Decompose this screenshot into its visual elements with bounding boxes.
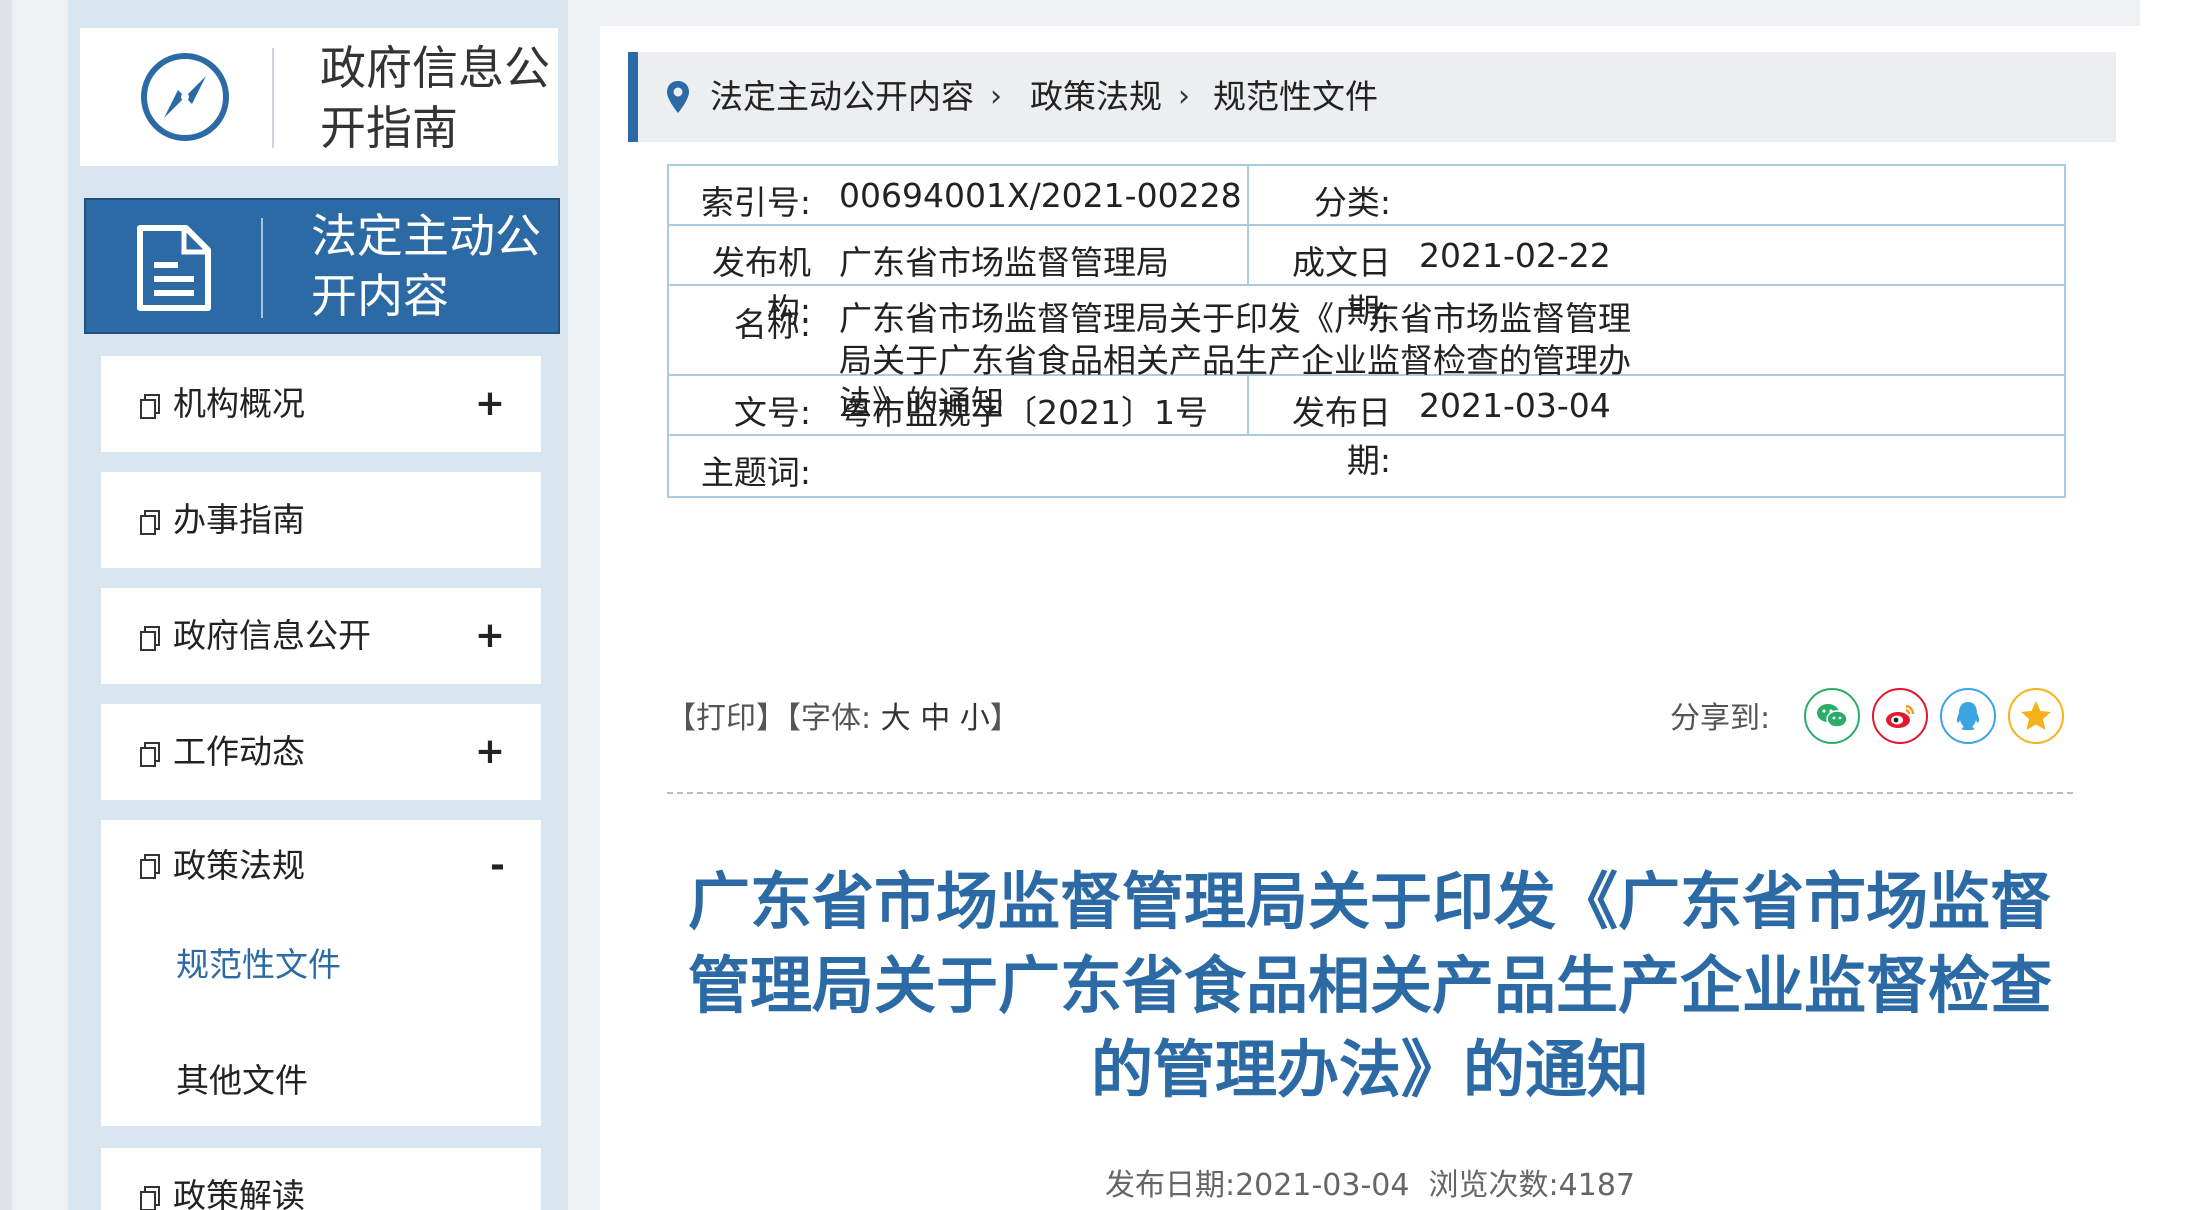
sidebar-item-label: 办事指南 [173, 500, 305, 539]
font-size-prefix: 【字体: [786, 701, 872, 736]
font-small-button[interactable]: 小 [960, 701, 990, 736]
sidebar-item-work-news[interactable]: 工作动态 + [101, 704, 541, 800]
star-icon [2021, 701, 2051, 730]
table-row: 名称: 广东省市场监督管理局关于印发《广东省市场监督管理局关于广东省食品相关产品… [669, 286, 2064, 422]
table-row: 主题词: [669, 436, 2064, 496]
wechat-icon [1817, 704, 1848, 728]
font-size-suffix: 】 [989, 701, 1020, 736]
divider [272, 48, 274, 148]
sidebar-item-policy-interpretation[interactable]: 政策解读 [101, 1148, 541, 1210]
qq-icon [1956, 702, 1980, 730]
disclosure-guide-link[interactable]: 政府信息公开指南 [80, 28, 558, 166]
subject-label: 主题词: [700, 453, 811, 492]
active-section-header[interactable]: 法定主动公开内容 [84, 198, 560, 334]
divider [1247, 166, 1249, 224]
publish-date-label: 发布日期: [1104, 1168, 1236, 1203]
article-title: 广东省市场监督管理局关于印发《广东省市场监督管理局关于广东省食品相关产品生产企业… [687, 865, 2052, 1106]
name-label: 名称: [733, 305, 811, 344]
guide-title: 政府信息公开指南 [320, 41, 550, 155]
copy-icon [140, 626, 160, 651]
share-label: 分享到: [1670, 701, 1771, 736]
collapse-icon[interactable]: - [490, 820, 505, 912]
sidebar: 政府信息公开指南 法定主动公开内容 机构概况 + 办事指南 政府信息公开 + 工… [68, 0, 568, 1210]
print-button[interactable]: 【打印】 [666, 701, 786, 736]
sidebar-item-info-disclosure[interactable]: 政府信息公开 + [101, 588, 541, 684]
share-weibo-button[interactable] [1872, 688, 1928, 744]
breadcrumb-item-public-content[interactable]: 法定主动公开内容 [710, 52, 974, 142]
compass-icon [141, 53, 229, 141]
share-wechat-button[interactable] [1804, 688, 1860, 744]
divider [667, 792, 2073, 794]
chevron-right-icon: › [1178, 79, 1190, 114]
category-label: 分类: [1313, 183, 1391, 222]
breadcrumb: 法定主动公开内容 › 政策法规 › 规范性文件 [628, 52, 2116, 142]
breadcrumb-item-normative-docs[interactable]: 规范性文件 [1213, 52, 1378, 142]
copy-icon [140, 394, 160, 419]
publish-date-value: 2021-03-04 [1419, 386, 1611, 425]
publish-date-value: 2021-03-04 [1235, 1168, 1410, 1203]
table-row: 发布机构: 广东省市场监督管理局 成文日期: 2021-02-22 [669, 226, 2064, 330]
doc-number-value: 粤市监规字〔2021〕1号 [839, 393, 1208, 432]
copy-icon [140, 742, 160, 767]
created-date-value: 2021-02-22 [1419, 236, 1611, 275]
index-label: 索引号: [700, 183, 811, 222]
article-toolbar: 【打印】【字体: 大 中 小】 [666, 694, 1020, 744]
sidebar-item-label: 工作动态 [173, 732, 305, 771]
chevron-right-icon: › [990, 79, 1002, 114]
copy-icon [140, 854, 160, 879]
table-row: 索引号: 00694001X/2021-00228 分类: [669, 166, 2064, 226]
expand-icon[interactable]: + [475, 588, 505, 684]
document-info-table: 索引号: 00694001X/2021-00228 分类: 发布机构: 广东省市… [667, 164, 2066, 498]
weibo-icon [1886, 704, 1915, 728]
sidebar-item-service-guide[interactable]: 办事指南 [101, 472, 541, 568]
views-label: 浏览次数: [1428, 1168, 1559, 1203]
table-row: 文号: 粤市监规字〔2021〕1号 发布日期: 2021-03-04 [669, 376, 2064, 480]
document-icon [137, 225, 211, 311]
index-value: 00694001X/2021-00228 [839, 176, 1242, 215]
active-section-title: 法定主动公开内容 [311, 209, 541, 323]
expand-icon[interactable]: + [475, 704, 505, 800]
sidebar-item-label: 政府信息公开 [173, 616, 371, 655]
expand-icon[interactable]: + [475, 356, 505, 452]
divider [1247, 376, 1249, 434]
divider [261, 218, 263, 318]
sidebar-item-label: 政策解读 [173, 1176, 305, 1210]
article-meta: 发布日期:2021-03-04 浏览次数:4187 [660, 1160, 2080, 1204]
copy-icon [140, 1186, 160, 1210]
sidebar-item-label: 机构概况 [173, 384, 305, 423]
sidebar-item-label: 政策法规 [173, 846, 305, 885]
sidebar-subitem-other-docs[interactable]: 其他文件 [176, 1056, 308, 1106]
font-large-button[interactable]: 大 [881, 701, 911, 736]
sidebar-subitem-normative-docs[interactable]: 规范性文件 [176, 940, 341, 990]
publisher-value: 广东省市场监督管理局 [839, 243, 1169, 282]
font-medium-button[interactable]: 中 [920, 701, 950, 736]
share-qq-button[interactable] [1940, 688, 1996, 744]
copy-icon [140, 510, 160, 535]
divider [1247, 226, 1249, 284]
share-qzone-button[interactable] [2008, 688, 2064, 744]
doc-number-label: 文号: [733, 393, 811, 432]
page-gutter [0, 0, 12, 1210]
sidebar-item-org-overview[interactable]: 机构概况 + [101, 356, 541, 452]
breadcrumb-item-policies[interactable]: 政策法规 [1030, 52, 1162, 142]
page-gutter [2140, 0, 2210, 1210]
main-content: 法定主动公开内容 › 政策法规 › 规范性文件 索引号: 00694001X/2… [600, 26, 2140, 1210]
views-count: 4187 [1558, 1168, 1635, 1203]
location-pin-icon [667, 81, 689, 113]
